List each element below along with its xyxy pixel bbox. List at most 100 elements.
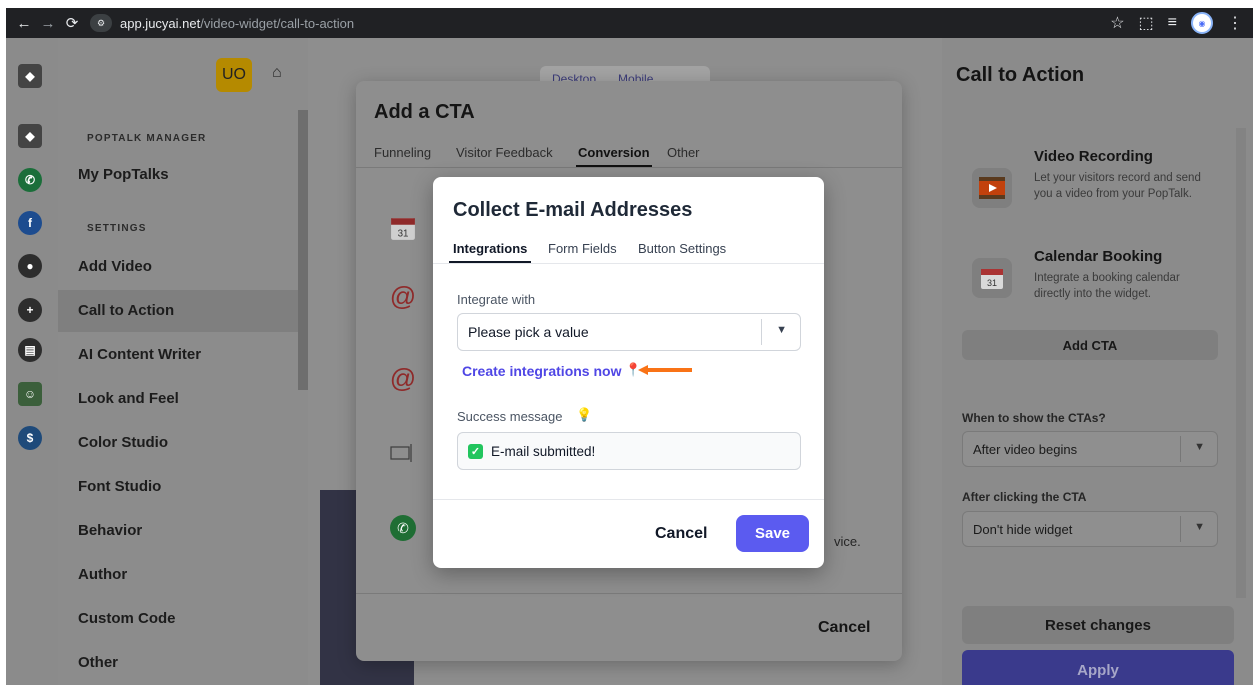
lightbulb-icon: 💡	[576, 407, 593, 422]
success-message-value: E-mail submitted!	[491, 443, 596, 459]
logo-icon[interactable]: ◆	[18, 64, 42, 88]
sidebar-item-author[interactable]: Author	[78, 566, 127, 583]
home-icon[interactable]: ⌂	[272, 64, 282, 82]
calendar-icon: 31	[386, 211, 420, 245]
save-button[interactable]: Save	[736, 515, 809, 552]
panel-scrollbar[interactable]	[1236, 128, 1246, 598]
whatsapp-icon[interactable]: ✆	[18, 168, 42, 192]
sidebar-item-color-studio[interactable]: Color Studio	[78, 434, 168, 451]
account-icon[interactable]: ●	[18, 254, 42, 278]
orange-arrow-icon	[638, 365, 692, 375]
after-clicking-value: Don't hide widget	[973, 521, 1073, 537]
right-panel: Call to Action Video Recording Let your …	[942, 38, 1253, 685]
reset-changes-button[interactable]: Reset changes	[962, 606, 1234, 644]
chevron-down-icon: ▼	[776, 324, 787, 336]
tab-button-settings[interactable]: Button Settings	[638, 241, 726, 256]
sidebar-item-call-to-action[interactable]: Call to Action	[78, 302, 174, 319]
reload-icon[interactable]: ⟳	[60, 11, 84, 35]
back-icon[interactable]: ←	[12, 11, 36, 35]
add-icon[interactable]: +	[18, 298, 42, 322]
media-queue-icon[interactable]: ≡	[1168, 14, 1177, 32]
tab-form-fields[interactable]: Form Fields	[548, 241, 617, 256]
cancel-button[interactable]: Cancel	[655, 525, 707, 543]
card-desc-video-recording: Let your visitors record and send you a …	[1034, 172, 1201, 200]
active-tab-underline	[576, 165, 652, 167]
chevron-down-icon: ▼	[1194, 521, 1205, 533]
site-settings-icon[interactable]: ⚙	[90, 14, 112, 32]
address-bar[interactable]: ⚙ app.jucyai.net/video-widget/call-to-ac…	[90, 14, 354, 32]
facebook-icon[interactable]: f	[18, 211, 42, 235]
billing-icon[interactable]: $	[18, 426, 42, 450]
card-title-video-recording: Video Recording	[1034, 148, 1153, 165]
apply-button[interactable]: Apply	[962, 650, 1234, 685]
collect-email-dialog: Collect E-mail Addresses Integrations Fo…	[433, 177, 824, 568]
card-title-calendar-booking: Calendar Booking	[1034, 248, 1163, 265]
card-desc-calendar-booking: Integrate a booking calendar directly in…	[1034, 272, 1180, 300]
sidebar-item-ai-content-writer[interactable]: AI Content Writer	[78, 346, 201, 363]
integrate-with-select[interactable]: Please pick a value ▼	[457, 313, 801, 351]
svg-text:31: 31	[987, 278, 997, 288]
text-field-icon	[386, 436, 420, 470]
url-path: /video-widget/call-to-action	[200, 15, 355, 31]
icon-rail: ◆ ◆ ✆ f ● + ▤ ☺ $	[6, 38, 58, 685]
section-settings: SETTINGS	[87, 223, 147, 234]
when-to-show-label: When to show the CTAs?	[962, 411, 1106, 425]
sidebar: UO ⌂ POPTALK MANAGER My PopTalks SETTING…	[58, 38, 310, 685]
after-clicking-label: After clicking the CTA	[962, 490, 1087, 504]
create-integrations-link[interactable]: Create integrations now	[462, 363, 621, 379]
dialog-footer-divider	[433, 499, 824, 500]
sidebar-item-add-video[interactable]: Add Video	[78, 258, 152, 275]
email-icon: @	[389, 280, 417, 311]
email-icon: @	[389, 362, 417, 393]
section-poptalk-manager: POPTALK MANAGER	[87, 133, 207, 144]
success-message-label: Success message	[457, 409, 563, 424]
calendar-icon: 31	[972, 258, 1012, 298]
active-tab-underline	[449, 261, 531, 263]
partial-description: vice.	[834, 534, 861, 549]
dialog-footer-divider	[356, 593, 902, 594]
integrate-with-value: Please pick a value	[468, 324, 589, 340]
when-to-show-select[interactable]: After video begins ▼	[962, 431, 1218, 467]
browser-toolbar: ← → ⟳ ⚙ app.jucyai.net/video-widget/call…	[6, 8, 1253, 38]
tab-visitor-feedback[interactable]: Visitor Feedback	[456, 145, 553, 160]
select-divider	[1180, 516, 1181, 542]
check-icon: ✓	[468, 443, 483, 459]
tab-integrations[interactable]: Integrations	[453, 241, 527, 256]
integrate-with-label: Integrate with	[457, 292, 536, 307]
user-badge[interactable]: UO	[216, 58, 252, 92]
extensions-icon[interactable]: ⬚	[1139, 13, 1154, 33]
browser-menu-icon[interactable]: ⋮	[1227, 13, 1243, 33]
tab-funneling[interactable]: Funneling	[374, 145, 431, 160]
select-divider	[761, 319, 762, 345]
dialog-title: Add a CTA	[374, 101, 475, 123]
mascot-icon[interactable]: ☺	[18, 382, 42, 406]
success-message-field[interactable]: ✓ E-mail submitted!	[457, 432, 801, 470]
phone-call-icon: ✆	[386, 511, 420, 545]
svg-text:✆: ✆	[397, 521, 409, 537]
svg-text:31: 31	[398, 229, 409, 240]
select-divider	[1180, 436, 1181, 462]
panel-title: Call to Action	[956, 64, 1085, 86]
tab-divider	[433, 263, 824, 264]
forward-icon[interactable]: →	[36, 11, 60, 35]
video-recording-icon	[972, 168, 1012, 208]
sidebar-item-font-studio[interactable]: Font Studio	[78, 478, 161, 495]
storage-icon[interactable]: ▤	[18, 338, 42, 362]
tab-conversion[interactable]: Conversion	[578, 145, 650, 160]
sidebar-item-behavior[interactable]: Behavior	[78, 522, 142, 539]
sidebar-item-other[interactable]: Other	[78, 654, 118, 671]
url-host: app.jucyai.net	[120, 15, 201, 31]
chevron-down-icon: ▼	[1194, 441, 1205, 453]
bookmark-star-icon[interactable]: ☆	[1110, 13, 1124, 33]
add-cta-button[interactable]: Add CTA	[962, 330, 1218, 360]
poptalk-icon[interactable]: ◆	[18, 124, 42, 148]
sidebar-item-custom-code[interactable]: Custom Code	[78, 610, 176, 627]
tab-divider	[356, 167, 902, 168]
sidebar-item-my-poptalks[interactable]: My PopTalks	[78, 166, 169, 183]
tab-other[interactable]: Other	[667, 145, 700, 160]
cta-cancel-button[interactable]: Cancel	[818, 619, 870, 637]
sidebar-item-look-and-feel[interactable]: Look and Feel	[78, 390, 179, 407]
profile-avatar[interactable]: ◉	[1191, 12, 1213, 34]
when-to-show-value: After video begins	[973, 441, 1078, 457]
after-clicking-select[interactable]: Don't hide widget ▼	[962, 511, 1218, 547]
